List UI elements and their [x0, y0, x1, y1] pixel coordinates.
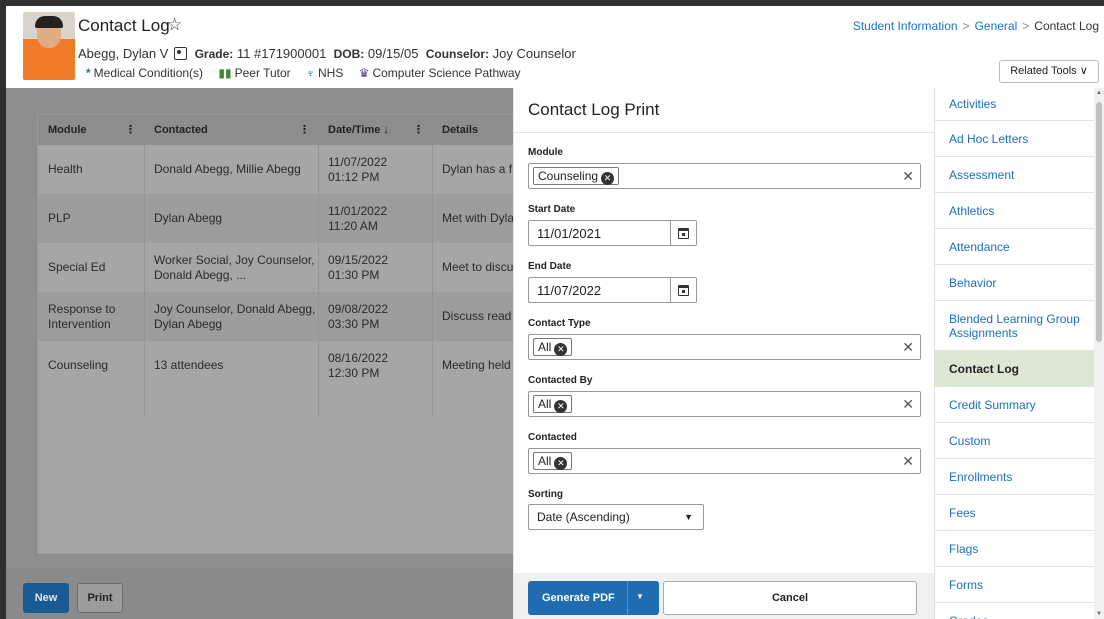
- module-multiselect[interactable]: Counseling ✕ ✕: [528, 163, 921, 189]
- contacted-multiselect[interactable]: All ✕ ✕: [528, 448, 921, 474]
- flag-peer-tutor[interactable]: ▮▮ Peer Tutor: [218, 66, 290, 80]
- remove-chip-icon[interactable]: ✕: [554, 400, 568, 413]
- pathway-icon: ♛: [358, 66, 370, 80]
- contacted-chip[interactable]: All ✕: [533, 452, 573, 470]
- column-contacted[interactable]: Contacted ⋮: [144, 115, 318, 145]
- nav-item-attendance[interactable]: Attendance: [935, 229, 1094, 265]
- grid-header: Module ⋮ Contacted ⋮ Date/Time ↓ ⋮ Details: [38, 115, 518, 145]
- table-row[interactable]: Counseling 13 attendees 08/16/2022 12:30 …: [38, 341, 518, 390]
- nav-item-flags[interactable]: Flags: [935, 531, 1094, 567]
- nav-item-forms[interactable]: Forms: [935, 567, 1094, 603]
- book-icon: ▮▮: [218, 66, 232, 80]
- grade-label: Grade:: [194, 47, 234, 61]
- clear-icon[interactable]: ✕: [902, 396, 914, 413]
- contact-log-grid: Module ⋮ Contacted ⋮ Date/Time ↓ ⋮ Details …: [37, 114, 518, 554]
- remove-chip-icon[interactable]: ✕: [554, 343, 568, 356]
- column-details[interactable]: Details: [432, 115, 518, 145]
- module-label: Module: [528, 147, 563, 158]
- asterisk-icon: *: [86, 66, 91, 80]
- column-menu-icon[interactable]: ⋮: [299, 115, 310, 145]
- nav-item-athletics[interactable]: Athletics: [935, 193, 1094, 229]
- nav-item-ad-hoc-letters[interactable]: Ad Hoc Letters: [935, 121, 1094, 157]
- start-date-field[interactable]: 11/01/2021: [528, 220, 697, 246]
- remove-chip-icon[interactable]: ✕: [601, 172, 615, 185]
- breadcrumb: Student Information > General > Contact Log: [852, 19, 1099, 33]
- flag-nhs[interactable]: ♆ NHS: [306, 66, 343, 80]
- dob-value: 09/15/05: [367, 46, 419, 61]
- favorite-star-icon[interactable]: ☆: [167, 15, 182, 35]
- contact-type-chip[interactable]: All ✕: [533, 338, 573, 356]
- start-date-label: Start Date: [528, 204, 576, 215]
- student-photo: [23, 12, 75, 80]
- counselor-label: Counselor:: [425, 47, 490, 61]
- tools-nav: Activities Ad Hoc Letters Assessment Ath…: [934, 88, 1094, 619]
- trophy-icon: ♆: [306, 66, 315, 80]
- new-button[interactable]: New: [23, 583, 69, 613]
- nav-item-credit-summary[interactable]: Credit Summary: [935, 387, 1094, 423]
- nav-item-custom[interactable]: Custom: [935, 423, 1094, 459]
- sorting-label: Sorting: [528, 489, 563, 500]
- scroll-up-icon[interactable]: ▲: [1096, 90, 1102, 96]
- contact-log-print-panel: Contact Log Print Module Counseling ✕ ✕ S…: [513, 88, 935, 619]
- table-row[interactable]: Health Donald Abegg, Millie Abegg 11/07/…: [38, 145, 518, 194]
- flag-medical[interactable]: * Medical Condition(s): [86, 66, 203, 80]
- calendar-icon[interactable]: [670, 221, 696, 245]
- nav-item-contact-log[interactable]: Contact Log: [935, 351, 1094, 387]
- dropdown-arrow-icon: ▼: [684, 512, 693, 522]
- page-title: Contact Log: [78, 16, 170, 35]
- column-date-time[interactable]: Date/Time ↓ ⋮: [318, 115, 432, 145]
- print-button[interactable]: Print: [77, 583, 123, 613]
- contacted-by-chip[interactable]: All ✕: [533, 395, 573, 413]
- module-chip[interactable]: Counseling ✕: [533, 167, 620, 185]
- grade-value: 11 #171900001: [236, 46, 327, 61]
- related-tools-button[interactable]: Related Tools ∨: [999, 60, 1099, 83]
- column-module[interactable]: Module ⋮: [38, 115, 144, 145]
- flag-cs-pathway[interactable]: ♛ Computer Science Pathway: [359, 66, 521, 80]
- contact-type-label: Contact Type: [528, 318, 591, 329]
- nav-item-blended-learning[interactable]: Blended Learning Group Assignments: [935, 301, 1094, 351]
- column-menu-icon[interactable]: ⋮: [125, 115, 136, 145]
- nav-item-behavior[interactable]: Behavior: [935, 265, 1094, 301]
- caret-down-icon[interactable]: ▼: [636, 592, 644, 601]
- panel-title: Contact Log Print: [528, 100, 660, 119]
- clear-icon[interactable]: ✕: [902, 339, 914, 356]
- nav-item-grades[interactable]: Grades: [935, 603, 1094, 619]
- table-row[interactable]: Response to Intervention Joy Counselor, …: [38, 292, 518, 341]
- generate-pdf-button[interactable]: Generate PDF ▼: [528, 581, 659, 615]
- id-card-icon[interactable]: [173, 47, 187, 60]
- cancel-button[interactable]: Cancel: [663, 581, 917, 615]
- clear-icon[interactable]: ✕: [902, 453, 914, 470]
- nav-item-enrollments[interactable]: Enrollments: [935, 459, 1094, 495]
- calendar-icon[interactable]: [670, 278, 696, 302]
- student-header: Contact Log ☆ Abegg, Dylan V Grade: 11 #…: [6, 6, 1104, 88]
- column-menu-icon[interactable]: ⋮: [413, 115, 424, 145]
- breadcrumb-general[interactable]: General: [975, 19, 1018, 33]
- clear-icon[interactable]: ✕: [902, 168, 914, 185]
- nav-scrollbar[interactable]: ▲ ▼: [1094, 88, 1104, 619]
- end-date-field[interactable]: 11/07/2022: [528, 277, 697, 303]
- student-info-line: Abegg, Dylan V Grade: 11 #171900001 DOB:…: [78, 46, 576, 61]
- scroll-down-icon[interactable]: ▼: [1096, 611, 1102, 617]
- nav-item-activities[interactable]: Activities: [935, 88, 1094, 121]
- contact-type-multiselect[interactable]: All ✕ ✕: [528, 334, 921, 360]
- remove-chip-icon[interactable]: ✕: [554, 457, 568, 470]
- sorting-select[interactable]: Date (Ascending) ▼: [528, 504, 704, 530]
- scrollbar-thumb[interactable]: [1096, 102, 1102, 342]
- contacted-label: Contacted: [528, 432, 577, 443]
- student-flags: * Medical Condition(s) ▮▮ Peer Tutor ♆ NHS …: [86, 66, 533, 80]
- student-name: Abegg, Dylan V: [78, 46, 169, 61]
- contacted-by-multiselect[interactable]: All ✕ ✕: [528, 391, 921, 417]
- contacted-by-label: Contacted By: [528, 375, 593, 386]
- table-row[interactable]: PLP Dylan Abegg 11/01/2022 11:20 AM Met w…: [38, 194, 518, 243]
- breadcrumb-student-information[interactable]: Student Information: [853, 19, 958, 33]
- nav-item-fees[interactable]: Fees: [935, 495, 1094, 531]
- table-row[interactable]: Special Ed Worker Social, Joy Counselor,…: [38, 243, 518, 292]
- nav-item-assessment[interactable]: Assessment: [935, 157, 1094, 193]
- counselor-value: Joy Counselor: [492, 46, 576, 61]
- breadcrumb-contact-log: Contact Log: [1034, 19, 1099, 33]
- dob-label: DOB:: [333, 47, 365, 61]
- end-date-label: End Date: [528, 261, 572, 272]
